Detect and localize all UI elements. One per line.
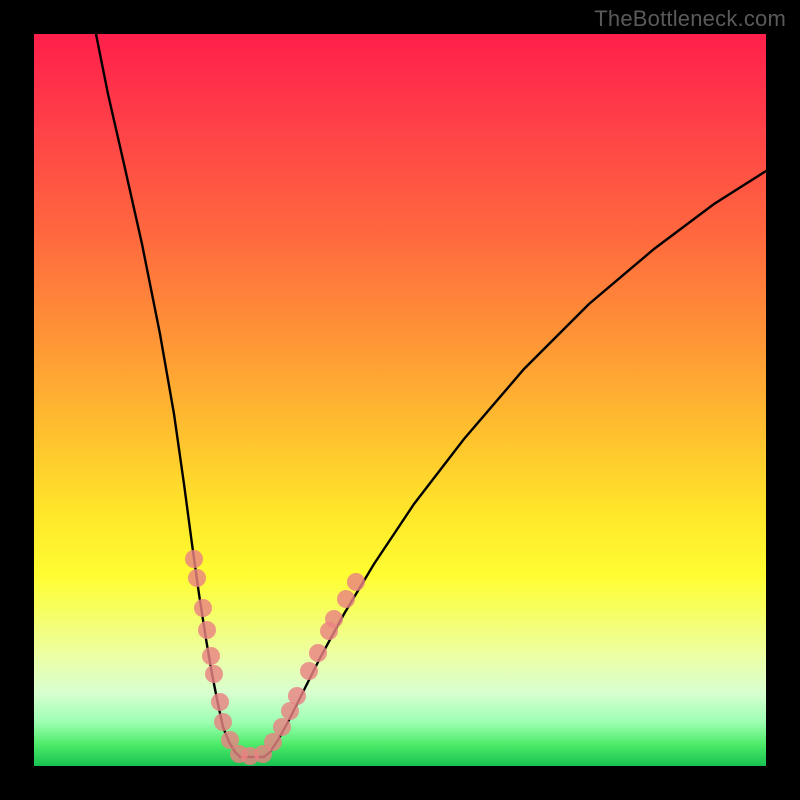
scatter-dot <box>309 644 327 662</box>
scatter-dot <box>337 590 355 608</box>
scatter-dot <box>205 665 223 683</box>
scatter-dot <box>273 718 291 736</box>
scatter-dot <box>198 621 216 639</box>
scatter-dot <box>300 662 318 680</box>
bottleneck-curve <box>96 34 766 757</box>
chart-frame: TheBottleneck.com <box>0 0 800 800</box>
watermark-text: TheBottleneck.com <box>594 6 786 32</box>
scatter-dot <box>185 550 203 568</box>
scatter-dots <box>185 550 365 765</box>
chart-svg <box>34 34 766 766</box>
scatter-dot <box>288 687 306 705</box>
scatter-dot <box>194 599 212 617</box>
scatter-dot <box>211 693 229 711</box>
scatter-dot <box>347 573 365 591</box>
scatter-dot <box>264 733 282 751</box>
scatter-dot <box>188 569 206 587</box>
scatter-dot <box>214 713 232 731</box>
scatter-dot <box>325 610 343 628</box>
scatter-dot <box>202 647 220 665</box>
plot-area <box>34 34 766 766</box>
